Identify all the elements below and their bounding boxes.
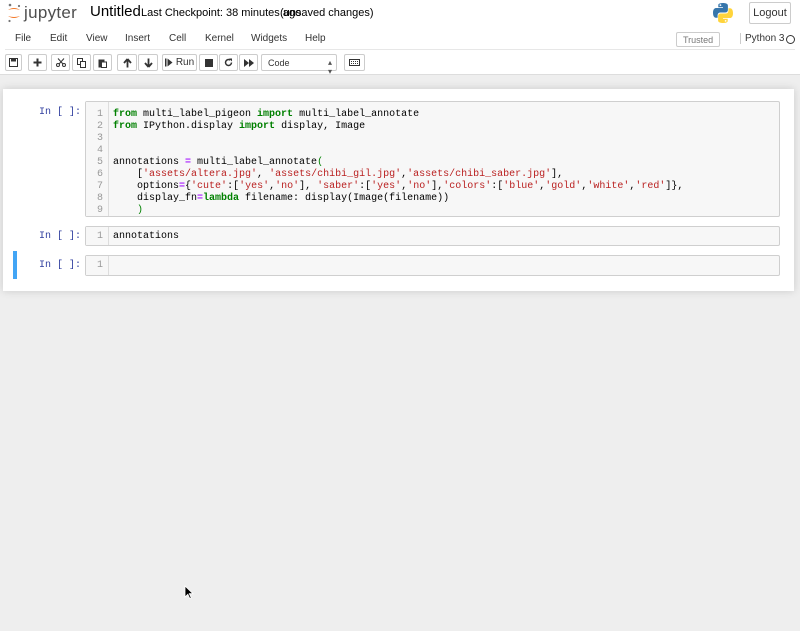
logout-button[interactable]: Logout	[749, 2, 791, 24]
code-line: 4	[96, 145, 103, 156]
move-down-button[interactable]	[138, 54, 158, 71]
plus-icon	[33, 58, 42, 67]
code-editor[interactable]: 1	[85, 255, 780, 276]
mouse-cursor-icon	[184, 585, 194, 599]
code-cell[interactable]: In [ ]: 1 annotations	[13, 226, 780, 246]
copy-icon	[77, 57, 86, 68]
code-line: 1	[96, 260, 103, 271]
select-caret-icon: ▴ ▾	[327, 58, 332, 76]
run-button-label: Run	[175, 57, 195, 68]
cell-type-select[interactable]: Code ▴ ▾	[261, 54, 337, 76]
notebook-name[interactable]: Untitled	[90, 3, 141, 20]
toolbar: Run Code ▴ ▾	[0, 51, 800, 76]
python-logo-icon	[713, 3, 733, 23]
code-line: 8 display_fn=lambda filename: display(Im…	[96, 193, 450, 204]
copy-button[interactable]	[72, 54, 91, 71]
code-line: 7 options={'cute':['yes','no'], 'saber':…	[96, 181, 684, 192]
jupyter-logo-icon	[8, 3, 21, 23]
code-line: 6 ['assets/altera.jpg', 'assets/chibi_gi…	[96, 169, 564, 180]
input-prompt: In [ ]:	[38, 231, 81, 242]
interrupt-button[interactable]	[199, 54, 218, 71]
cell-type-value: Code	[268, 57, 290, 68]
jupyter-logo-text: jupyter	[24, 3, 78, 22]
code-line: 1 from multi_label_pigeon import multi_la…	[96, 109, 420, 120]
save-icon	[9, 58, 18, 67]
keyboard-icon	[349, 59, 360, 66]
insert-cell-button[interactable]	[28, 54, 47, 71]
menu-edit[interactable]: Edit	[50, 33, 67, 44]
kernel-name: Python 3	[740, 33, 784, 44]
menu-kernel[interactable]: Kernel	[205, 33, 234, 44]
run-button[interactable]: Run	[162, 54, 197, 71]
kernel-idle-indicator	[786, 35, 795, 44]
menu-cell[interactable]: Cell	[169, 33, 186, 44]
trusted-indicator[interactable]: Trusted	[676, 32, 721, 47]
code-line: 2 from IPython.display import display, Im…	[96, 121, 366, 132]
code-cell-selected[interactable]: In [ ]: 1	[13, 251, 780, 279]
menu-widgets[interactable]: Widgets	[251, 33, 287, 44]
header-bar: jupyter Untitled Last Checkpoint: 38 min…	[0, 0, 800, 27]
step-forward-icon	[164, 58, 173, 67]
paste-icon	[98, 59, 107, 68]
cut-button[interactable]	[51, 54, 70, 71]
notebook-header: jupyter Untitled Last Checkpoint: 38 min…	[0, 0, 800, 76]
arrow-down-icon	[143, 58, 153, 68]
autosave-status: (unsaved changes)	[280, 7, 374, 19]
menu-insert[interactable]: Insert	[125, 33, 150, 44]
notebook-container: In [ ]: 1 from multi_label_pigeon import …	[3, 89, 794, 291]
code-editor[interactable]: 1 from multi_label_pigeon import multi_la…	[85, 101, 780, 217]
code-cell[interactable]: In [ ]: 1 from multi_label_pigeon import …	[13, 101, 780, 219]
menu-view[interactable]: View	[86, 33, 108, 44]
code-line: 3	[96, 133, 103, 144]
menubar: File Edit View Insert Cell Kernel Widget…	[5, 29, 795, 50]
fast-forward-icon	[243, 58, 254, 67]
save-button[interactable]	[5, 54, 22, 71]
command-palette-button[interactable]	[344, 54, 365, 71]
jupyter-logo[interactable]: jupyter	[7, 2, 77, 24]
arrow-up-icon	[122, 57, 132, 67]
checkpoint-status: Last Checkpoint: 38 minutes ago	[141, 7, 302, 19]
stop-icon	[204, 58, 213, 67]
code-editor[interactable]: 1 annotations	[85, 226, 780, 246]
restart-run-all-button[interactable]	[239, 54, 258, 71]
code-line: 9 )	[96, 205, 144, 216]
restart-icon	[224, 58, 233, 67]
input-prompt: In [ ]:	[38, 260, 81, 271]
scissors-icon	[55, 58, 66, 67]
restart-button[interactable]	[219, 54, 238, 71]
code-line: 1 annotations	[96, 231, 180, 242]
menu-help[interactable]: Help	[305, 33, 326, 44]
code-line: 5 annotations = multi_label_annotate(	[96, 157, 324, 168]
input-prompt: In [ ]:	[38, 107, 81, 118]
paste-button[interactable]	[93, 54, 112, 71]
move-up-button[interactable]	[117, 54, 137, 71]
menu-file[interactable]: File	[15, 33, 31, 44]
